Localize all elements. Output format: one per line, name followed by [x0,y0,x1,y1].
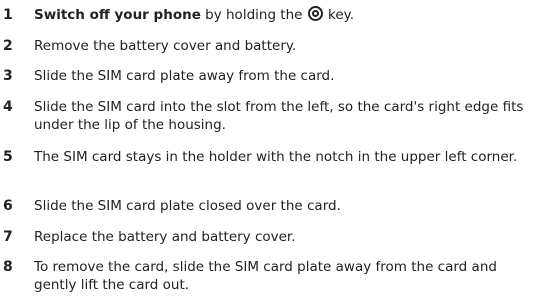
step-number: 8 [3,259,13,275]
step-text: To remove the card, slide the SIM card p… [34,259,497,293]
step-8: 8 To remove the card, slide the SIM card… [0,258,546,294]
step-number: 6 [3,198,13,214]
step-text: Switch off your phone by holding the key… [34,6,542,24]
step-text: The SIM card stays in the holder with th… [34,149,518,165]
step-text-part: by holding the [200,7,307,23]
step-4: 4 Slide the SIM card into the slot from … [0,98,546,134]
step-text-part: key. [323,7,355,23]
step-5: 5 The SIM card stays in the holder with … [0,148,546,166]
step-text: Slide the SIM card plate away from the c… [34,68,335,84]
step-text: Slide the SIM card plate closed over the… [34,198,341,214]
step-2: 2 Remove the battery cover and battery. [0,37,546,55]
step-text: Remove the battery cover and battery. [34,38,297,54]
step-number: 7 [3,229,13,245]
step-emphasis: Switch off your phone [34,7,201,23]
step-number: 2 [3,38,13,54]
step-1: 1 Switch off your phone by holding the k… [0,6,546,24]
step-7: 7 Replace the battery and battery cover. [0,228,546,246]
step-text: Replace the battery and battery cover. [34,229,296,245]
power-key-icon [307,6,323,21]
step-number: 1 [3,7,13,23]
step-3: 3 Slide the SIM card plate away from the… [0,67,546,85]
sim-card-instructions-list: 1 Switch off your phone by holding the k… [0,0,546,302]
step-number: 5 [3,149,13,165]
step-number: 3 [3,68,13,84]
step-text: Slide the SIM card into the slot from th… [34,99,524,133]
step-6: 6 Slide the SIM card plate closed over t… [0,197,546,215]
step-number: 4 [3,99,13,115]
